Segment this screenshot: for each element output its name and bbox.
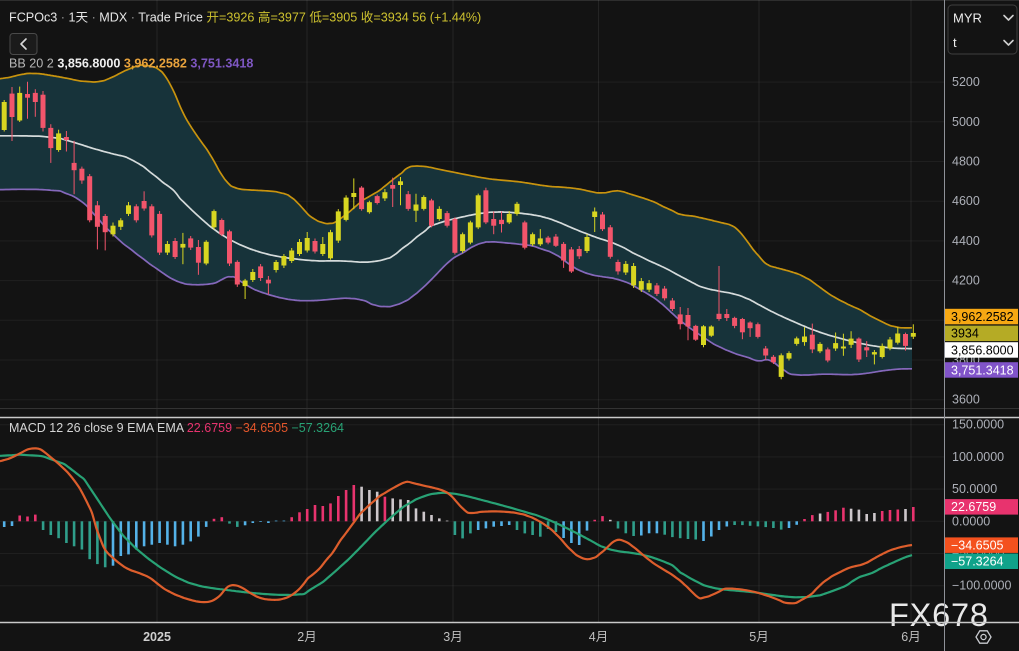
svg-text:BB 20 2 3,856.8000 3,962.2582: BB 20 2 3,856.8000 3,962.2582 3,751.3418: [9, 57, 253, 71]
svg-text:4月: 4月: [589, 630, 608, 644]
svg-text:5000: 5000: [952, 115, 980, 129]
svg-text:100.0000: 100.0000: [952, 450, 1004, 464]
svg-text:FX678: FX678: [889, 597, 989, 633]
svg-text:150.0000: 150.0000: [952, 418, 1004, 432]
svg-text:3,856.8000: 3,856.8000: [951, 343, 1014, 357]
svg-text:4600: 4600: [952, 194, 980, 208]
svg-text:MYR: MYR: [953, 11, 982, 26]
svg-text:3月: 3月: [443, 630, 462, 644]
svg-text:5200: 5200: [952, 75, 980, 89]
svg-text:t: t: [953, 35, 957, 50]
svg-text:3600: 3600: [952, 393, 980, 407]
svg-text:50.0000: 50.0000: [952, 482, 997, 496]
svg-text:4800: 4800: [952, 155, 980, 169]
svg-text:−100.0000: −100.0000: [952, 579, 1011, 593]
svg-text:2月: 2月: [297, 630, 316, 644]
svg-text:2025: 2025: [143, 630, 171, 644]
svg-text:FCPOc3 · 1天 · MDX · Trade Pric: FCPOc3 · 1天 · MDX · Trade Price 开=3926 高…: [9, 10, 481, 25]
svg-text:3,751.3418: 3,751.3418: [951, 363, 1014, 377]
svg-text:6月: 6月: [901, 630, 920, 644]
svg-text:0.0000: 0.0000: [952, 514, 990, 528]
svg-text:5月: 5月: [749, 630, 768, 644]
svg-text:4400: 4400: [952, 234, 980, 248]
svg-text:22.6759: 22.6759: [951, 500, 996, 514]
svg-text:3,962.2582: 3,962.2582: [951, 310, 1014, 324]
svg-text:−57.3264: −57.3264: [951, 555, 1004, 569]
svg-text:4200: 4200: [952, 274, 980, 288]
svg-text:MACD 12 26 close 9 EMA EMA 22.: MACD 12 26 close 9 EMA EMA 22.6759 −34.6…: [9, 421, 344, 435]
svg-text:3934: 3934: [951, 327, 979, 341]
svg-text:−34.6505: −34.6505: [951, 538, 1004, 552]
